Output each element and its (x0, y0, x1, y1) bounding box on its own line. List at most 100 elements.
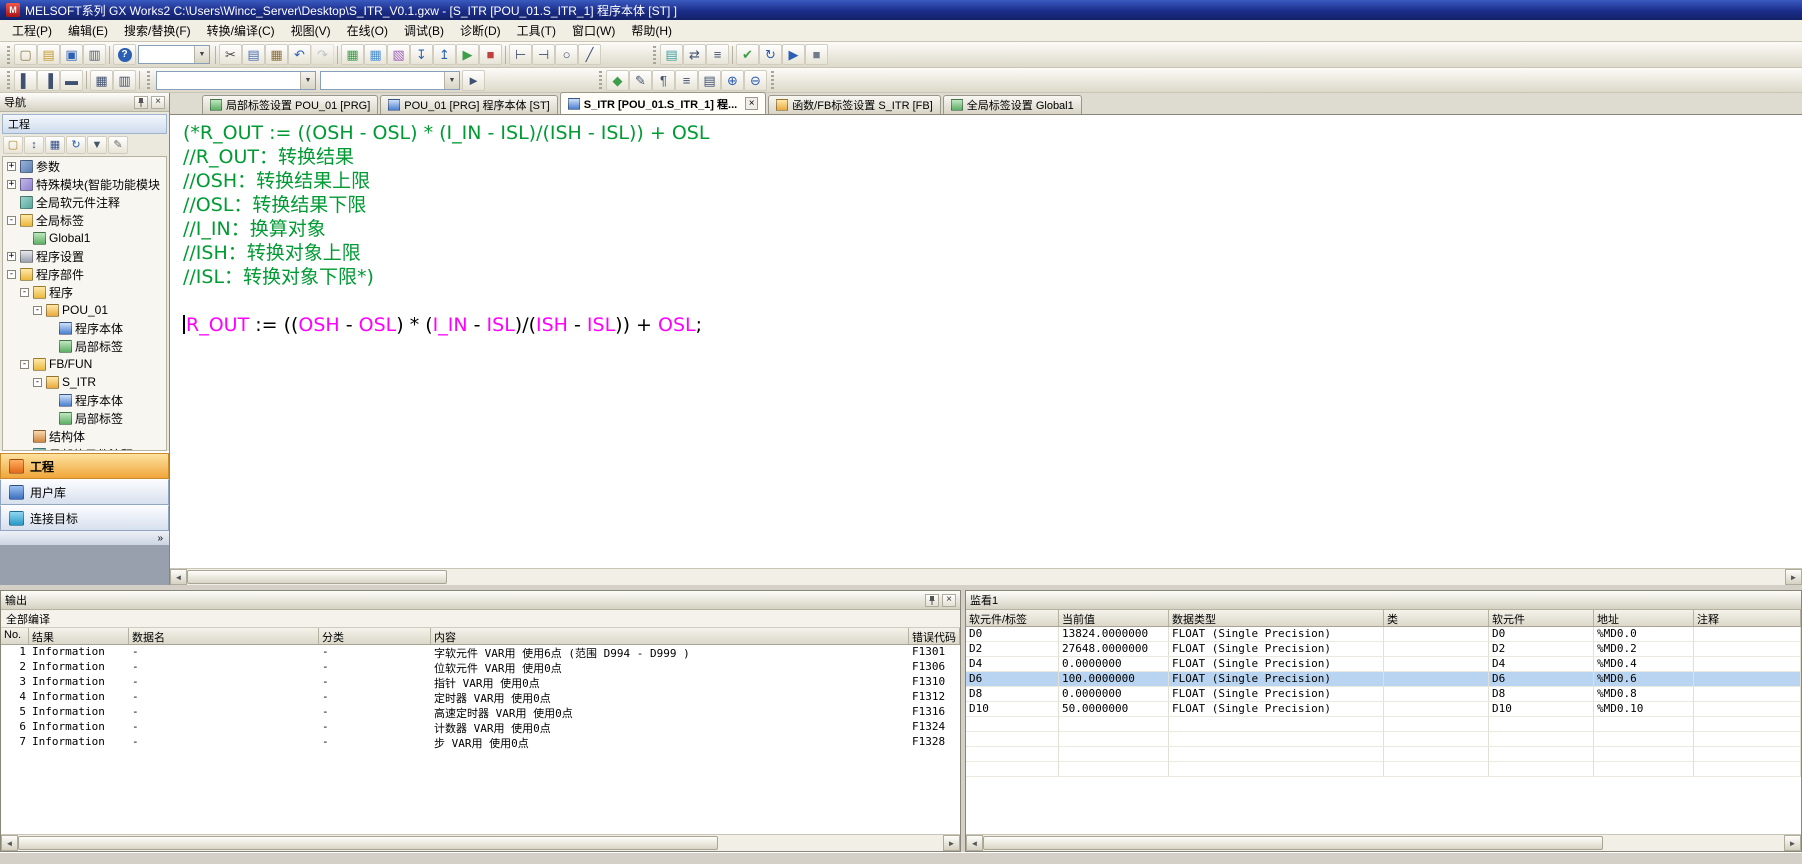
document-tab[interactable]: 全局标签设置 Global1 (943, 95, 1082, 114)
output-row[interactable]: 2Information--位软元件 VAR用 使用0点F1306 (1, 660, 960, 675)
menu-item[interactable]: 诊断(D) (452, 19, 509, 42)
expand-icon[interactable]: + (7, 162, 16, 171)
write-mode-button[interactable]: ✎ (629, 70, 652, 91)
output-hscrollbar[interactable]: ◄ ► (1, 834, 960, 851)
collapse-icon[interactable]: - (7, 216, 16, 225)
tree-item[interactable]: 局部标签 (3, 409, 166, 427)
scroll-left-icon[interactable]: ◄ (966, 835, 983, 851)
close-icon[interactable]: × (942, 594, 956, 607)
watch-empty-row[interactable] (966, 762, 1801, 777)
tree-item[interactable]: -全局标签 (3, 211, 166, 229)
menu-item[interactable]: 调试(B) (396, 19, 452, 42)
build-button[interactable]: ✔ (736, 44, 759, 65)
navigation-window-button[interactable]: ▌ (14, 70, 37, 91)
device-comment-button[interactable]: ▦ (341, 44, 364, 65)
output-scroll-track[interactable] (18, 835, 943, 851)
zoom-in-button[interactable]: ⊕ (721, 70, 744, 91)
tree-item[interactable]: +参数 (3, 157, 166, 175)
navigation-chevron-button[interactable]: » (0, 531, 169, 545)
window-select-combo[interactable]: ▼ (138, 45, 210, 64)
read-from-plc-button[interactable]: ↥ (433, 44, 456, 65)
paste-button[interactable]: ▦ (265, 44, 288, 65)
output-window-button[interactable]: ▬ (60, 70, 83, 91)
expand-icon[interactable]: + (7, 180, 16, 189)
toolbar-grip[interactable] (599, 71, 602, 89)
tree-item[interactable]: +程序设置 (3, 247, 166, 265)
watch-row[interactable]: D227648.0000000FLOAT (Single Precision)D… (966, 642, 1801, 657)
collapse-icon[interactable]: - (33, 306, 42, 315)
statement-display-button[interactable]: ≡ (675, 70, 698, 91)
expand-icon[interactable]: + (7, 252, 16, 261)
ladder-symbol-open-button[interactable]: ⊢ (509, 44, 532, 65)
branch-line-button[interactable]: ╱ (578, 44, 601, 65)
dropdown-arrow-icon[interactable]: ▼ (444, 72, 459, 89)
redo-button[interactable]: ↷ (311, 44, 334, 65)
menu-item[interactable]: 在线(O) (339, 19, 396, 42)
cross-reference-button[interactable]: ⇄ (683, 44, 706, 65)
tree-item[interactable]: -S_ITR (3, 373, 166, 391)
output-row[interactable]: 7Information--步 VAR用 使用0点F1328 (1, 735, 960, 750)
cut-button[interactable]: ✂ (219, 44, 242, 65)
scroll-right-icon[interactable]: ► (943, 835, 960, 851)
collapse-icon[interactable]: - (20, 288, 29, 297)
toolbar-grip[interactable] (7, 71, 10, 89)
menu-item[interactable]: 窗口(W) (564, 19, 623, 42)
watch-scroll-track[interactable] (983, 835, 1784, 851)
watch-empty-row[interactable] (966, 732, 1801, 747)
new-project-button[interactable]: ▢ (14, 44, 37, 65)
workspace-button-userlib[interactable]: 用户库 (0, 479, 169, 505)
output-scroll-thumb[interactable] (18, 836, 718, 850)
close-tab-icon[interactable]: × (745, 97, 758, 110)
tree-item[interactable]: 程序本体 (3, 319, 166, 337)
verify-button[interactable]: ▧ (387, 44, 410, 65)
output-row[interactable]: 6Information--计数器 VAR用 使用0点F1324 (1, 720, 960, 735)
rebuild-all-button[interactable]: ↻ (759, 44, 782, 65)
sort-button[interactable]: ↕ (24, 136, 44, 154)
scroll-right-icon[interactable]: ► (1784, 835, 1801, 851)
device-memory-button[interactable]: ▦ (364, 44, 387, 65)
toolbar-grip[interactable] (147, 71, 150, 89)
watch-row[interactable]: D6100.0000000FLOAT (Single Precision)D6%… (966, 672, 1801, 687)
save-project-button[interactable]: ▣ (60, 44, 83, 65)
output-row[interactable]: 3Information--指针 VAR用 使用0点F1310 (1, 675, 960, 690)
document-tab[interactable]: POU_01 [PRG] 程序本体 [ST] (380, 95, 557, 114)
copy-button[interactable]: ▤ (242, 44, 265, 65)
open-project-button[interactable]: ▤ (37, 44, 60, 65)
watch-row[interactable]: D1050.0000000FLOAT (Single Precision)D10… (966, 702, 1801, 717)
menu-item[interactable]: 工具(T) (509, 19, 564, 42)
refresh-button[interactable]: ↻ (66, 136, 86, 154)
monitor-start-button[interactable]: ▶ (456, 44, 479, 65)
watch-window-button[interactable]: ▥ (113, 70, 136, 91)
watch-hscrollbar[interactable]: ◄ ► (966, 834, 1801, 851)
monitor-mode-button[interactable]: ◆ (606, 70, 629, 91)
document-tab[interactable]: S_ITR [POU_01.S_ITR_1] 程...× (560, 92, 766, 114)
new-data-button[interactable]: ▢ (3, 136, 23, 154)
tree-item[interactable]: Global1 (3, 229, 166, 247)
monitor-stop-button[interactable]: ■ (479, 44, 502, 65)
editor-scroll-track[interactable] (187, 569, 1785, 585)
zoom-out-button[interactable]: ⊖ (744, 70, 767, 91)
watch-empty-row[interactable] (966, 747, 1801, 762)
menu-item[interactable]: 编辑(E) (60, 19, 116, 42)
menu-item[interactable]: 视图(V) (283, 19, 339, 42)
docking-layout-button[interactable]: ▦ (90, 70, 113, 91)
collapse-icon[interactable]: - (20, 360, 29, 369)
close-icon[interactable]: × (151, 96, 165, 109)
tree-item[interactable]: 局部标签 (3, 337, 166, 355)
watch-row[interactable]: D013824.0000000FLOAT (Single Precision)D… (966, 627, 1801, 642)
toolbar-grip[interactable] (7, 46, 10, 64)
menu-item[interactable]: 工程(P) (4, 19, 60, 42)
workspace-button-project[interactable]: 工程 (0, 453, 169, 479)
instruction-search-combo[interactable]: ▼ (320, 71, 460, 90)
workspace-button-connect[interactable]: 连接目标 (0, 505, 169, 531)
help-button[interactable]: ? (113, 44, 136, 65)
simulation-stop-button[interactable]: ■ (805, 44, 828, 65)
scroll-left-icon[interactable]: ◄ (1, 835, 18, 851)
comment-display-button[interactable]: ¶ (652, 70, 675, 91)
tree-item[interactable]: -POU_01 (3, 301, 166, 319)
watch-empty-row[interactable] (966, 717, 1801, 732)
menu-item[interactable]: 帮助(H) (623, 19, 680, 42)
label-setting-button[interactable]: ▤ (660, 44, 683, 65)
dropdown-arrow-icon[interactable]: ▼ (300, 72, 315, 89)
collapse-icon[interactable]: - (33, 378, 42, 387)
